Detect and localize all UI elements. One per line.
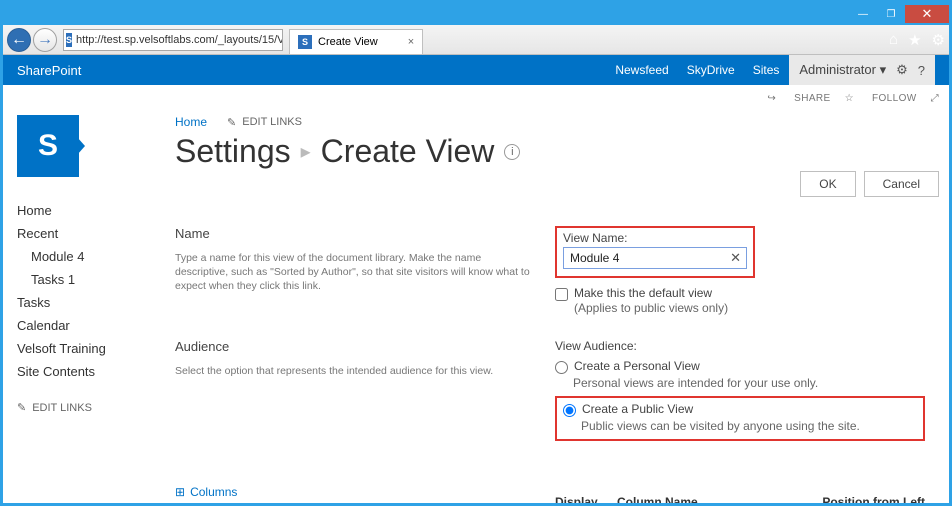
- breadcrumb-edit-links[interactable]: EDIT LINKS: [227, 116, 302, 129]
- browser-right-icons: ⌂ ★ ⚙: [889, 31, 945, 49]
- tab-close-icon[interactable]: ×: [408, 36, 414, 48]
- view-name-input[interactable]: [563, 247, 747, 269]
- favorites-icon[interactable]: ★: [908, 31, 921, 49]
- expand-icon: ⊞: [175, 485, 185, 499]
- personal-view-radio[interactable]: [555, 361, 568, 374]
- section-audience: Audience Select the option that represen…: [175, 339, 925, 441]
- view-name-label: View Name:: [563, 231, 747, 245]
- address-bar[interactable]: S http://test.sp.velsoftlabs.com/_layout…: [63, 29, 283, 51]
- columns-expand-link[interactable]: ⊞ Columns: [175, 485, 535, 499]
- personal-view-label: Create a Personal View: [574, 359, 700, 373]
- tools-icon[interactable]: ⚙: [932, 31, 945, 49]
- nav-recent[interactable]: Recent: [17, 222, 163, 245]
- page-actions-bar: ↪ SHARE ☆ FOLLOW ⤢: [3, 85, 949, 111]
- section-name: Name Type a name for this view of the do…: [175, 226, 925, 315]
- page-content: Home EDIT LINKS Settings ▸ Create View i…: [163, 111, 949, 503]
- focus-button[interactable]: ⤢: [931, 93, 939, 104]
- window-titlebar: — ❐ ✕: [3, 3, 949, 25]
- settings-gear-icon[interactable]: ⚙: [896, 62, 908, 78]
- ok-button[interactable]: OK: [800, 171, 855, 197]
- section-audience-heading: Audience: [175, 339, 535, 354]
- section-audience-desc: Select the option that represents the in…: [175, 364, 535, 378]
- browser-forward-button[interactable]: →: [33, 28, 57, 52]
- form-buttons: OK Cancel: [800, 171, 939, 197]
- clear-input-icon[interactable]: ✕: [730, 250, 741, 266]
- default-view-label: Make this the default view: [574, 286, 728, 300]
- title-create-view: Create View: [321, 133, 495, 170]
- page-title: Settings ▸ Create View i: [175, 133, 925, 170]
- title-settings[interactable]: Settings: [175, 133, 291, 170]
- public-view-note: Public views can be visited by anyone us…: [581, 419, 917, 433]
- nav-site-contents[interactable]: Site Contents: [17, 360, 163, 383]
- public-view-highlight: Create a Public View Public views can be…: [555, 396, 925, 441]
- breadcrumb: Home EDIT LINKS: [175, 115, 925, 129]
- sharepoint-suite-bar: SharePoint Newsfeed SkyDrive Sites Admin…: [3, 55, 949, 85]
- info-icon[interactable]: i: [504, 144, 520, 160]
- view-audience-label: View Audience:: [555, 339, 925, 353]
- section-columns: ⊞ Columns Select or clear the check box …: [175, 465, 925, 503]
- cancel-button[interactable]: Cancel: [864, 171, 939, 197]
- follow-button[interactable]: ☆ FOLLOW: [845, 93, 917, 104]
- pencil-icon: [227, 116, 236, 129]
- title-separator-icon: ▸: [301, 139, 311, 164]
- tab-favicon: S: [298, 35, 312, 49]
- suite-user-menu[interactable]: Administrator ▾ ⚙ ?: [789, 55, 935, 85]
- breadcrumb-home[interactable]: Home: [175, 115, 207, 129]
- section-name-heading: Name: [175, 226, 535, 241]
- suite-link-newsfeed[interactable]: Newsfeed: [615, 63, 668, 77]
- view-name-highlight: View Name: ✕: [555, 226, 755, 278]
- section-name-desc: Type a name for this view of the documen…: [175, 251, 535, 294]
- site-logo[interactable]: S: [17, 115, 79, 177]
- browser-back-button[interactable]: ←: [7, 28, 31, 52]
- browser-toolbar: ← → S http://test.sp.velsoftlabs.com/_la…: [3, 25, 949, 55]
- suite-brand[interactable]: SharePoint: [17, 63, 81, 78]
- window-close-button[interactable]: ✕: [905, 5, 949, 23]
- browser-tab[interactable]: S Create View ×: [289, 29, 423, 54]
- help-icon[interactable]: ?: [918, 63, 925, 78]
- nav-tasks1[interactable]: Tasks 1: [17, 268, 163, 291]
- personal-view-note: Personal views are intended for your use…: [573, 376, 925, 390]
- tab-title: Create View: [318, 36, 378, 48]
- share-button[interactable]: ↪ SHARE: [767, 93, 830, 104]
- home-icon[interactable]: ⌂: [889, 31, 898, 49]
- pencil-icon: [17, 401, 26, 414]
- nav-velsoft-training[interactable]: Velsoft Training: [17, 337, 163, 360]
- address-bar-url: http://test.sp.velsoftlabs.com/_layouts/…: [76, 34, 283, 46]
- default-view-note: (Applies to public views only): [574, 301, 728, 315]
- nav-tasks[interactable]: Tasks: [17, 291, 163, 314]
- suite-link-skydrive[interactable]: SkyDrive: [687, 63, 735, 77]
- window-minimize-button[interactable]: —: [849, 5, 877, 23]
- th-position: Position from Left: [805, 495, 925, 503]
- nav-calendar[interactable]: Calendar: [17, 314, 163, 337]
- default-view-checkbox[interactable]: [555, 288, 568, 301]
- nav-module4[interactable]: Module 4: [17, 245, 163, 268]
- public-view-label: Create a Public View: [582, 402, 693, 416]
- window-maximize-button[interactable]: ❐: [877, 5, 905, 23]
- nav-home[interactable]: Home: [17, 199, 163, 222]
- public-view-radio[interactable]: [563, 404, 576, 417]
- suite-link-sites[interactable]: Sites: [753, 63, 780, 77]
- th-display: Display: [555, 495, 605, 503]
- quick-launch-nav: S Home Recent Module 4 Tasks 1 Tasks Cal…: [3, 111, 163, 503]
- th-column-name: Column Name: [617, 495, 793, 503]
- nav-edit-links[interactable]: EDIT LINKS: [17, 401, 163, 414]
- site-favicon: S: [66, 33, 72, 47]
- columns-header-row: Display Column Name Position from Left: [555, 495, 925, 503]
